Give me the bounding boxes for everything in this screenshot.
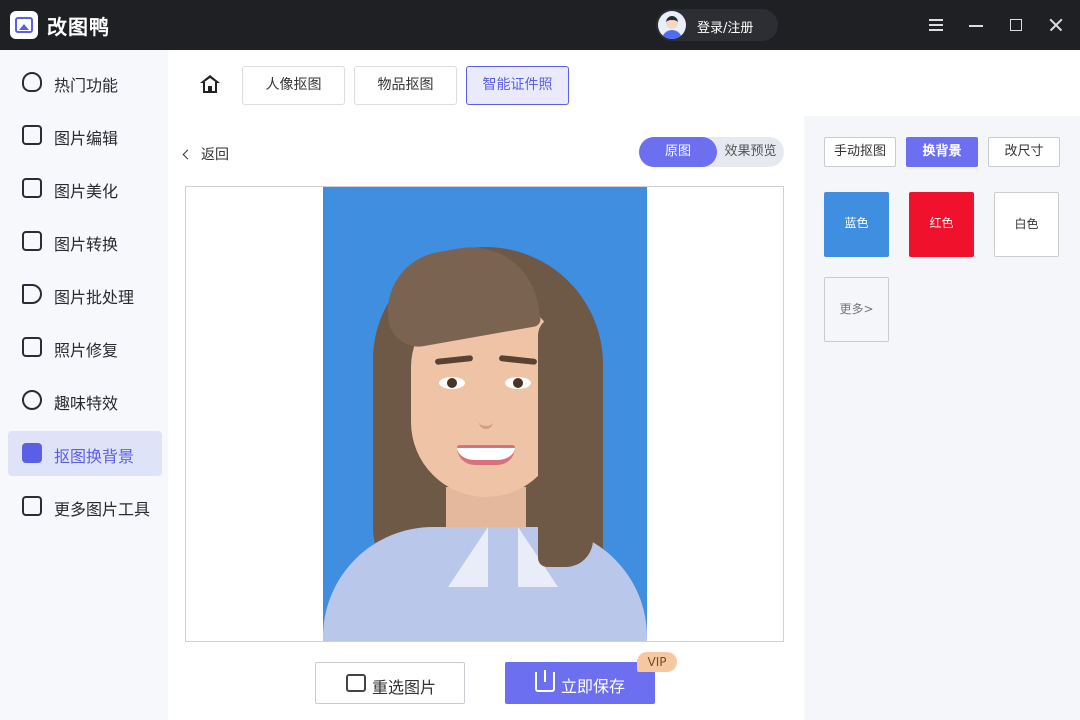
sidebar: 热门功能 图片编辑 图片美化 图片转换 图片批处理 照片修复 趣味特效 抠图换背… xyxy=(0,50,168,720)
main-area: 返回 原图 效果预览 重选图片 立即保存 VIP xyxy=(168,116,804,720)
sidebar-item-label: 图片美化 xyxy=(54,182,119,201)
sidebar-item-convert[interactable]: 图片转换 xyxy=(8,219,162,264)
vip-badge: VIP xyxy=(637,652,677,672)
minimize-icon[interactable] xyxy=(964,13,988,37)
view-toggle: 原图 效果预览 xyxy=(639,137,784,167)
avatar xyxy=(658,11,686,39)
sidebar-item-cutout[interactable]: 抠图换背景 xyxy=(8,431,162,476)
save-label: 立即保存 xyxy=(561,677,626,696)
top-tab-bar: 人像抠图 物品抠图 智能证件照 xyxy=(168,50,1080,116)
sidebar-item-repair[interactable]: 照片修复 xyxy=(8,325,162,370)
app-logo-icon xyxy=(10,11,38,39)
sidebar-item-label: 照片修复 xyxy=(54,341,119,360)
convert-icon xyxy=(22,231,42,251)
id-photo-image xyxy=(323,187,647,641)
sidebar-item-label: 热门功能 xyxy=(54,76,119,95)
sidebar-item-effects[interactable]: 趣味特效 xyxy=(8,378,162,423)
tab-change-background[interactable]: 换背景 xyxy=(906,137,978,167)
image-canvas xyxy=(185,186,784,642)
photo-repair-icon xyxy=(22,337,42,357)
image-edit-icon xyxy=(22,125,42,145)
login-label: 登录/注册 xyxy=(697,21,754,36)
sidebar-item-label: 图片批处理 xyxy=(54,288,135,307)
more-colors-button[interactable]: 更多> xyxy=(824,277,889,342)
title-bar: 改图鸭 登录/注册 xyxy=(0,0,1080,50)
app-name: 改图鸭 xyxy=(47,15,110,39)
menu-icon[interactable] xyxy=(924,13,948,37)
batch-icon xyxy=(22,284,42,304)
magic-wand-icon xyxy=(22,390,42,410)
tab-object-cutout[interactable]: 物品抠图 xyxy=(354,66,457,105)
sidebar-item-label: 图片转换 xyxy=(54,235,119,254)
tab-portrait-cutout[interactable]: 人像抠图 xyxy=(242,66,345,105)
flame-icon xyxy=(22,72,42,92)
sidebar-item-label: 抠图换背景 xyxy=(54,447,135,466)
sidebar-item-edit[interactable]: 图片编辑 xyxy=(8,113,162,158)
reselect-image-button[interactable]: 重选图片 xyxy=(315,662,465,704)
toggle-original[interactable]: 原图 xyxy=(639,137,717,167)
tab-manual-cutout[interactable]: 手动抠图 xyxy=(824,137,896,167)
sidebar-item-batch[interactable]: 图片批处理 xyxy=(8,272,162,317)
sidebar-item-label: 趣味特效 xyxy=(54,394,119,413)
color-swatch-white[interactable]: 白色 xyxy=(994,192,1059,257)
close-icon[interactable] xyxy=(1044,13,1068,37)
image-sparkle-icon xyxy=(22,178,42,198)
tab-resize[interactable]: 改尺寸 xyxy=(988,137,1060,167)
toggle-preview[interactable]: 效果预览 xyxy=(717,137,784,167)
color-swatch-red[interactable]: 红色 xyxy=(909,192,974,257)
color-swatch-blue[interactable]: 蓝色 xyxy=(824,192,889,257)
save-button[interactable]: 立即保存 xyxy=(505,662,655,704)
sidebar-item-label: 图片编辑 xyxy=(54,129,119,148)
right-panel: 手动抠图 换背景 改尺寸 蓝色 红色 白色 更多> xyxy=(804,116,1080,720)
sidebar-item-hot[interactable]: 热门功能 xyxy=(8,60,162,105)
back-button[interactable]: 返回 xyxy=(182,144,229,164)
cutout-icon xyxy=(22,443,42,463)
download-icon xyxy=(535,670,555,692)
reselect-label: 重选图片 xyxy=(372,678,437,697)
toolbox-icon xyxy=(22,496,42,516)
sidebar-item-beautify[interactable]: 图片美化 xyxy=(8,166,162,211)
image-icon xyxy=(346,674,366,692)
sidebar-item-label: 更多图片工具 xyxy=(54,500,151,519)
back-label: 返回 xyxy=(201,147,229,163)
chevron-left-icon xyxy=(182,149,193,160)
login-button[interactable]: 登录/注册 xyxy=(656,9,778,41)
home-icon[interactable] xyxy=(200,75,220,93)
maximize-icon[interactable] xyxy=(1004,13,1028,37)
tab-id-photo[interactable]: 智能证件照 xyxy=(466,66,569,105)
sidebar-item-more-tools[interactable]: 更多图片工具 xyxy=(8,484,162,529)
